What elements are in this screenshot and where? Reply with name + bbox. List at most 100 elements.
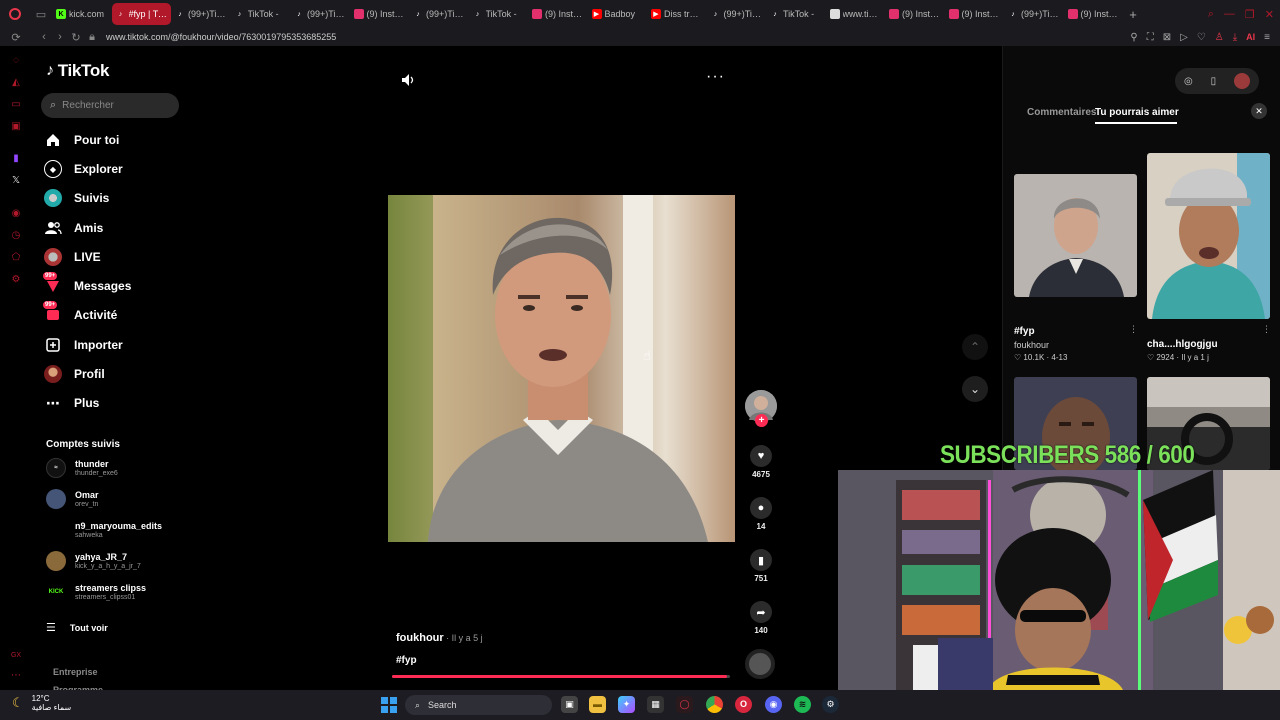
store-icon[interactable]: ▦ [647,696,664,713]
adblock-icon[interactable]: ⊠ [1163,32,1171,43]
x-icon[interactable]: 𝕏 [10,175,22,187]
suggested-user[interactable]: foukhour [1014,340,1067,350]
nav-suivis[interactable]: Suivis [44,187,184,209]
nav-amis[interactable]: Amis [44,217,184,239]
author-name[interactable]: foukhour [396,632,444,644]
twitch-icon[interactable]: ▮ [10,153,22,165]
suggested-video-thumbnail[interactable] [1014,174,1137,297]
reload-button[interactable]: ↻ [68,31,84,44]
comment-icon[interactable]: ● [750,497,772,519]
video-caption[interactable]: #fyp [396,655,417,666]
like-action[interactable]: ♥ 4675 [745,445,777,479]
menu-icon[interactable]: ≡ [1264,32,1270,43]
settings-icon[interactable]: ⚙ [10,274,22,286]
nav-activite[interactable]: 99+ Activité [43,301,184,326]
opera-icon[interactable]: O [735,696,752,713]
nav-explorer[interactable]: ◆ Explorer [44,158,184,180]
browser-tab[interactable]: ♪ TikTok - [469,3,529,25]
close-panel-button[interactable]: ✕ [1251,103,1267,119]
tiktok-logo[interactable]: ♪ TikTok [46,61,109,81]
windows-start-icon[interactable] [381,697,397,713]
following-account[interactable]: KICK streamers clipss streamers_clipss01 [46,578,146,606]
aria-icon[interactable]: ◌ [10,55,22,67]
workspace-icon[interactable]: ▣ [10,121,22,133]
browser-tab[interactable]: (9) Instagram [528,3,588,25]
following-account[interactable]: ≈ thunder thunder_exe6 [46,454,118,482]
reload-sync-icon[interactable]: ⟳ [8,31,24,44]
nav-profil[interactable]: Profil [44,363,184,385]
browser-tab[interactable]: ▶ Diss track [647,3,707,25]
player-icon[interactable]: ▷ [1180,32,1188,43]
tab-you-may-like[interactable]: Tu pourrais aimer [1095,107,1179,118]
browser-tab[interactable]: (9) Instagram [885,3,945,25]
maximize-button[interactable]: ❐ [1245,8,1255,21]
browser-tab[interactable]: www.tiktok [826,3,886,25]
video-progress-bar[interactable] [392,675,730,678]
pin-icon[interactable]: ⚲ [1130,32,1137,43]
copilot-icon[interactable]: ✦ [618,696,635,713]
browser-tab[interactable]: Kkick.com [52,3,112,25]
video-frame[interactable] [388,195,735,542]
opera-logo-icon[interactable] [0,0,30,28]
sidebar-more-icon[interactable]: ⋯ [10,670,22,682]
following-account[interactable]: yahya_JR_7 kick_y_a_h_y_a_jr_7 [46,547,141,575]
video-more-icon[interactable]: ··· [706,68,725,86]
browser-tab[interactable]: ♪ (99+)TikTok [1004,3,1064,25]
browser-tab[interactable]: ♪ TikTok - [766,3,826,25]
search-tabs-icon[interactable]: ⌕ [1208,8,1214,21]
nav-plus[interactable]: ⋯ Plus [44,392,184,414]
browser-tab[interactable]: (9) Instagram [350,3,410,25]
bookmark-icon[interactable]: ▮ [750,549,772,571]
tab-overview-icon[interactable]: ▭ [30,0,52,28]
search-input[interactable]: ⌕ Rechercher [41,93,179,118]
messenger-icon[interactable]: ▭ [10,99,22,111]
file-explorer-icon[interactable]: ▬ [589,696,606,713]
new-tab-button[interactable]: + [1123,7,1143,22]
see-all-button[interactable]: ☰ Tout voir [46,621,108,634]
steam-icon[interactable]: ⚙ [822,696,839,713]
share-icon[interactable]: ➦ [750,601,772,623]
compass-small-icon[interactable]: ◎ [1184,76,1193,87]
minimize-button[interactable]: — [1224,8,1235,20]
apps-icon[interactable]: ◭ [10,77,22,89]
nav-pour-toi[interactable]: Pour toi [44,129,184,151]
my-avatar[interactable] [1234,73,1251,89]
browser-tab[interactable]: ♪ (99+)TikTok [707,3,767,25]
suggested-video-thumbnail[interactable] [1147,153,1270,319]
suggested-more-icon[interactable]: ⋮ [1262,324,1271,335]
browser-tab[interactable]: ♪ (99+)TikTok [409,3,469,25]
discord-icon[interactable]: ◉ [765,696,782,713]
spotify-icon[interactable]: ≋ [794,696,811,713]
aria-ai-button[interactable]: AI [1246,32,1255,42]
following-account[interactable]: Omar orev_tn [46,485,99,513]
close-window-button[interactable]: ✕ [1265,8,1274,21]
previous-video-button[interactable]: ⌃ [962,334,988,360]
extensions-icon[interactable]: ⬠ [10,252,22,264]
browser-tab[interactable]: ♪ (99+)TikTok [290,3,350,25]
opera-gx-taskbar-icon[interactable]: ◯ [676,696,693,713]
player-sidebar-icon[interactable]: ◉ [10,208,22,220]
browser-tab[interactable]: ▶ Badboy [588,3,648,25]
comment-action[interactable]: ● 14 [745,497,777,531]
gx-icon[interactable]: GX [10,650,22,662]
suggested-title[interactable]: #fyp [1014,326,1067,337]
follow-plus-button[interactable]: + [755,414,768,427]
forward-button[interactable]: › [52,31,68,43]
heart-icon[interactable]: ♥ [750,445,772,467]
next-video-button[interactable]: ⌄ [962,376,988,402]
weather-widget[interactable]: ☾ 12°C سماء صافية [12,694,71,712]
chrome-icon[interactable] [706,696,723,713]
snapshot-icon[interactable]: ⛶ [1147,32,1154,43]
nav-messages[interactable]: 99+ Messages [43,272,184,297]
nav-importer[interactable]: Importer [44,334,184,356]
bookmark-heart-icon[interactable]: ♡ [1197,32,1206,43]
download-icon[interactable]: ⤓ [1233,32,1237,43]
device-icon[interactable]: ▯ [1211,76,1217,87]
browser-tab[interactable]: (9) Instagram [1064,3,1124,25]
browser-tab[interactable]: ♪ (99+)TikTok [171,3,231,25]
browser-tab[interactable]: (9) Instagram [945,3,1005,25]
browser-tab[interactable]: ♪ #fyp | TikTok [111,3,171,25]
taskbar-search[interactable]: ⌕ Search [405,695,552,715]
music-disc-icon[interactable] [745,649,775,679]
tab-comments[interactable]: Commentaires [1027,107,1096,118]
